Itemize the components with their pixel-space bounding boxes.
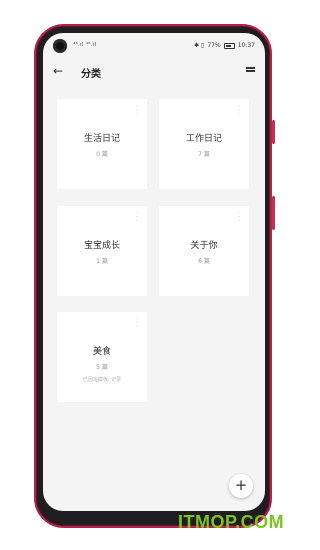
front-camera: [53, 39, 67, 53]
category-template-note: 已固定模板: 记录: [82, 377, 122, 383]
category-name: 关于你: [190, 241, 218, 251]
category-count: 1 篇: [96, 258, 108, 265]
app-bar: ← 分类: [43, 61, 265, 85]
status-right: ✱ ▯ 77% 10:37: [194, 42, 255, 49]
card-more-icon[interactable]: · · ·: [135, 210, 139, 225]
category-count: 0 篇: [96, 151, 108, 158]
category-name: 工作日记: [185, 134, 222, 144]
battery-icon: [223, 42, 235, 49]
menu-icon[interactable]: [246, 67, 255, 74]
category-card-life[interactable]: · · · 生活日记 0 篇: [57, 99, 147, 189]
category-count: 7 篇: [198, 151, 210, 158]
page-title: 分类: [81, 69, 101, 80]
signal-indicators: ⁴⁶.ıl ⁴⁶.ıl: [73, 42, 97, 48]
phone-volume-button: [272, 196, 275, 230]
category-card-work[interactable]: · · · 工作日记 7 篇: [159, 99, 249, 189]
card-more-icon[interactable]: · · ·: [135, 316, 139, 331]
category-card-about-you[interactable]: · · · 关于你 6 篇: [159, 206, 249, 296]
phone-screen: ⁴⁶.ıl ⁴⁶.ıl ✱ ▯ 77% 10:37 ← 分类 · · · 生活日记 …: [43, 33, 265, 511]
clock: 10:37: [237, 42, 255, 49]
phone-power-button: [272, 120, 275, 144]
card-more-icon[interactable]: · · ·: [237, 210, 241, 225]
back-arrow-icon[interactable]: ←: [53, 64, 63, 78]
category-card-baby[interactable]: · · · 宝宝成长 1 篇: [57, 206, 147, 296]
bluetooth-vibrate-icons: ✱ ▯: [194, 42, 205, 49]
category-name: 宝宝成长: [83, 241, 120, 251]
add-category-button[interactable]: +: [229, 474, 253, 498]
category-name: 生活日记: [83, 134, 120, 144]
battery-percent: 77%: [207, 42, 221, 49]
category-count: 5 篇: [96, 364, 108, 371]
category-count: 6 篇: [198, 258, 210, 265]
watermark-logo: ITMOP.COM: [178, 512, 285, 532]
card-more-icon[interactable]: · · ·: [135, 103, 139, 118]
status-bar: ⁴⁶.ıl ⁴⁶.ıl ✱ ▯ 77% 10:37: [43, 33, 265, 57]
category-name: 美食: [92, 347, 111, 357]
category-card-food[interactable]: · · · 美食 5 篇 已固定模板: 记录: [57, 312, 147, 402]
card-more-icon[interactable]: · · ·: [237, 103, 241, 118]
